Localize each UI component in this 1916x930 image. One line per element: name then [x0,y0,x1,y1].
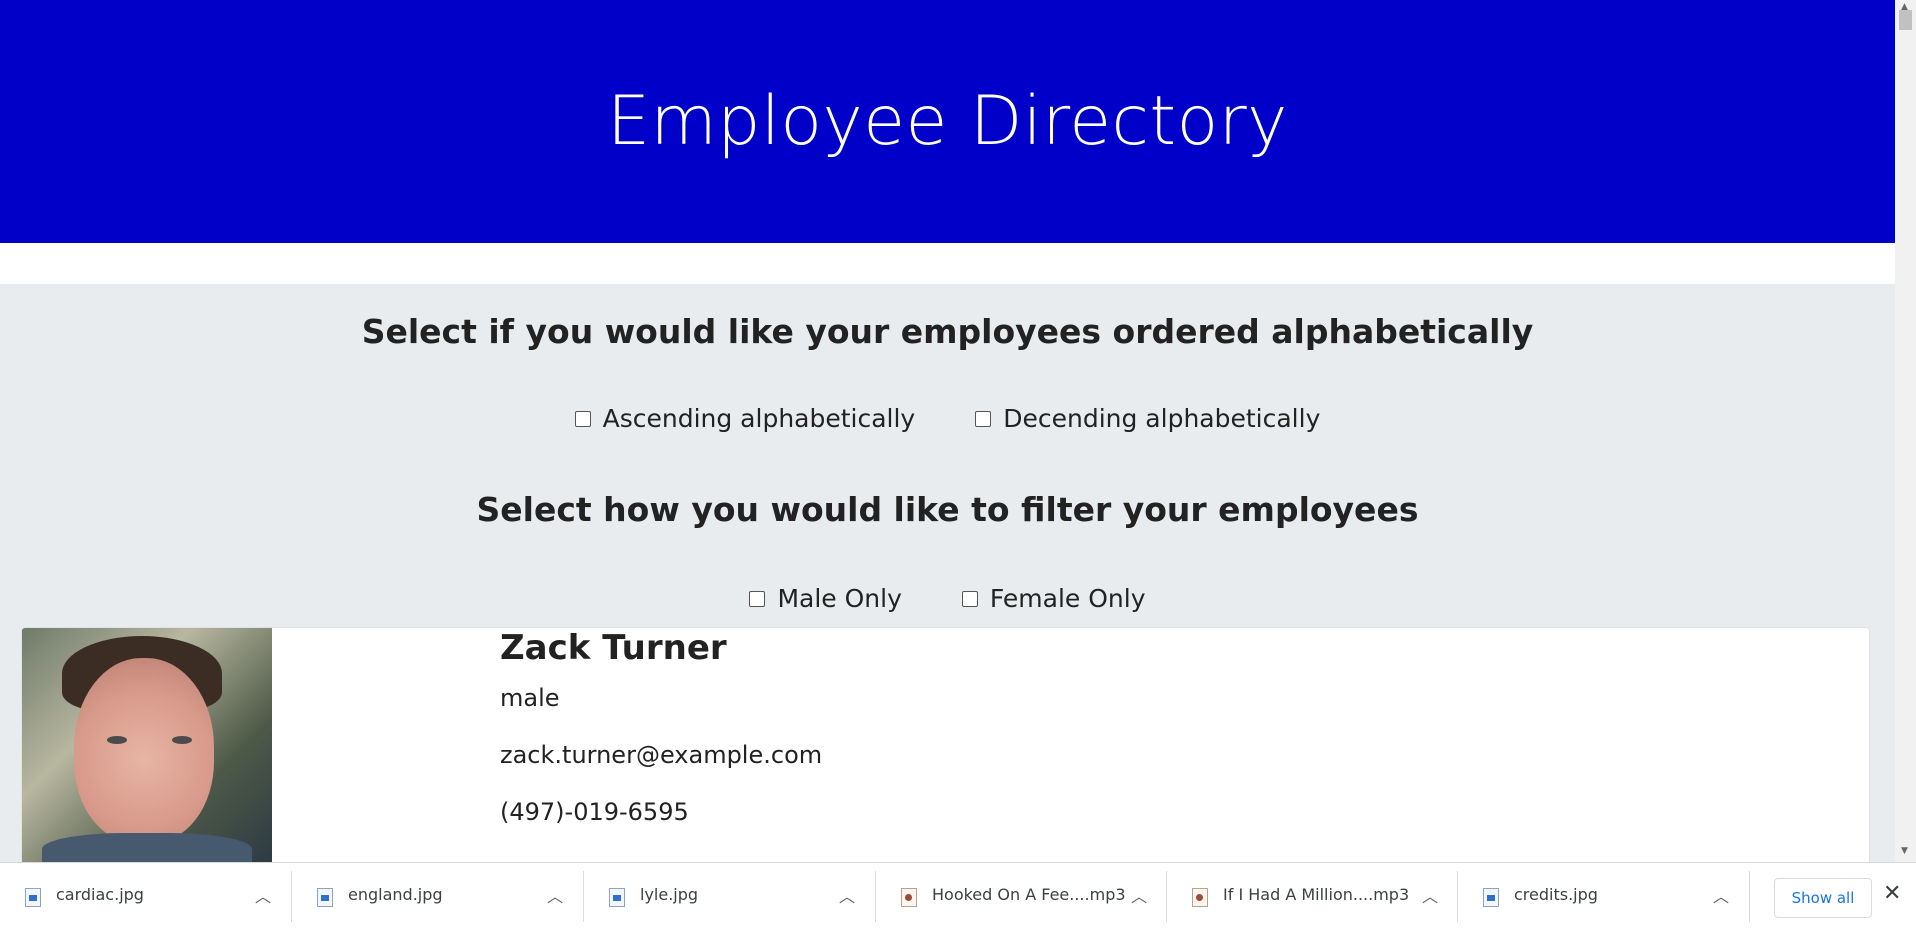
chevron-up-icon[interactable]: ︿ [1713,883,1729,907]
employee-phone: (497)-019-6595 [500,798,689,826]
descending-checkbox[interactable] [975,410,992,427]
download-filename: If I Had A Million....mp3 [1223,885,1410,904]
descending-label: Decending alphabetically [1003,404,1321,433]
ascending-checkbox[interactable] [574,410,591,427]
chevron-up-icon[interactable]: ︿ [255,883,271,907]
image-file-icon [25,888,41,907]
female-only-option[interactable]: Female Only [961,584,1146,613]
employee-gender: male [500,684,560,712]
chevron-up-icon[interactable]: ︿ [839,883,855,907]
descending-option[interactable]: Decending alphabetically [975,404,1320,433]
audio-file-icon [1192,888,1208,907]
download-item[interactable]: Hooked On A Fee....mp3 ︿ [876,863,1166,930]
male-only-label: Male Only [777,584,902,613]
page-viewport: Employee Directory Select if you would l… [0,0,1895,862]
female-only-label: Female Only [989,584,1146,613]
audio-file-icon [901,888,917,907]
download-filename: cardiac.jpg [56,885,144,904]
download-filename: credits.jpg [1514,885,1598,904]
close-icon[interactable]: ✕ [1883,881,1901,906]
download-filename: england.jpg [348,885,443,904]
chevron-up-icon[interactable]: ︿ [1131,883,1147,907]
scroll-down-arrow-icon[interactable]: ▼ [1901,846,1908,856]
download-item[interactable]: cardiac.jpg ︿ [0,863,290,930]
scrollbar-thumb[interactable] [1899,10,1912,30]
show-all-button[interactable]: Show all [1774,878,1872,918]
male-only-checkbox[interactable] [749,590,766,607]
download-filename: Hooked On A Fee....mp3 [932,885,1126,904]
vertical-scrollbar[interactable]: ▲ ▼ [1895,0,1916,862]
download-item[interactable]: england.jpg ︿ [292,863,582,930]
download-filename: lyle.jpg [640,885,699,904]
filter-options: Male Only Female Only [0,584,1895,613]
ascending-option[interactable]: Ascending alphabetically [574,404,916,433]
employee-photo [22,628,272,862]
male-only-option[interactable]: Male Only [749,584,902,613]
female-only-checkbox[interactable] [961,590,978,607]
employee-card: Zack Turner male zack.turner@example.com… [21,627,1870,862]
header-banner: Employee Directory [0,0,1895,243]
sort-options: Ascending alphabetically Decending alpha… [0,404,1895,433]
ascending-label: Ascending alphabetically [602,404,916,433]
page-title: Employee Directory [607,82,1288,161]
image-file-icon [317,888,333,907]
employee-email: zack.turner@example.com [500,741,823,769]
chevron-up-icon[interactable]: ︿ [547,883,563,907]
downloads-bar: cardiac.jpg ︿ england.jpg ︿ lyle.jpg ︿ H… [0,862,1916,930]
download-item[interactable]: lyle.jpg ︿ [584,863,874,930]
filter-heading: Select how you would like to filter your… [476,490,1419,529]
download-item[interactable]: If I Had A Million....mp3 ︿ [1167,863,1457,930]
employee-name: Zack Turner [500,628,727,668]
chevron-up-icon[interactable]: ︿ [1422,883,1438,907]
sort-heading: Select if you would like your employees … [361,312,1534,351]
image-file-icon [1483,888,1499,907]
download-item[interactable]: credits.jpg ︿ [1458,863,1748,930]
image-file-icon [609,888,625,907]
